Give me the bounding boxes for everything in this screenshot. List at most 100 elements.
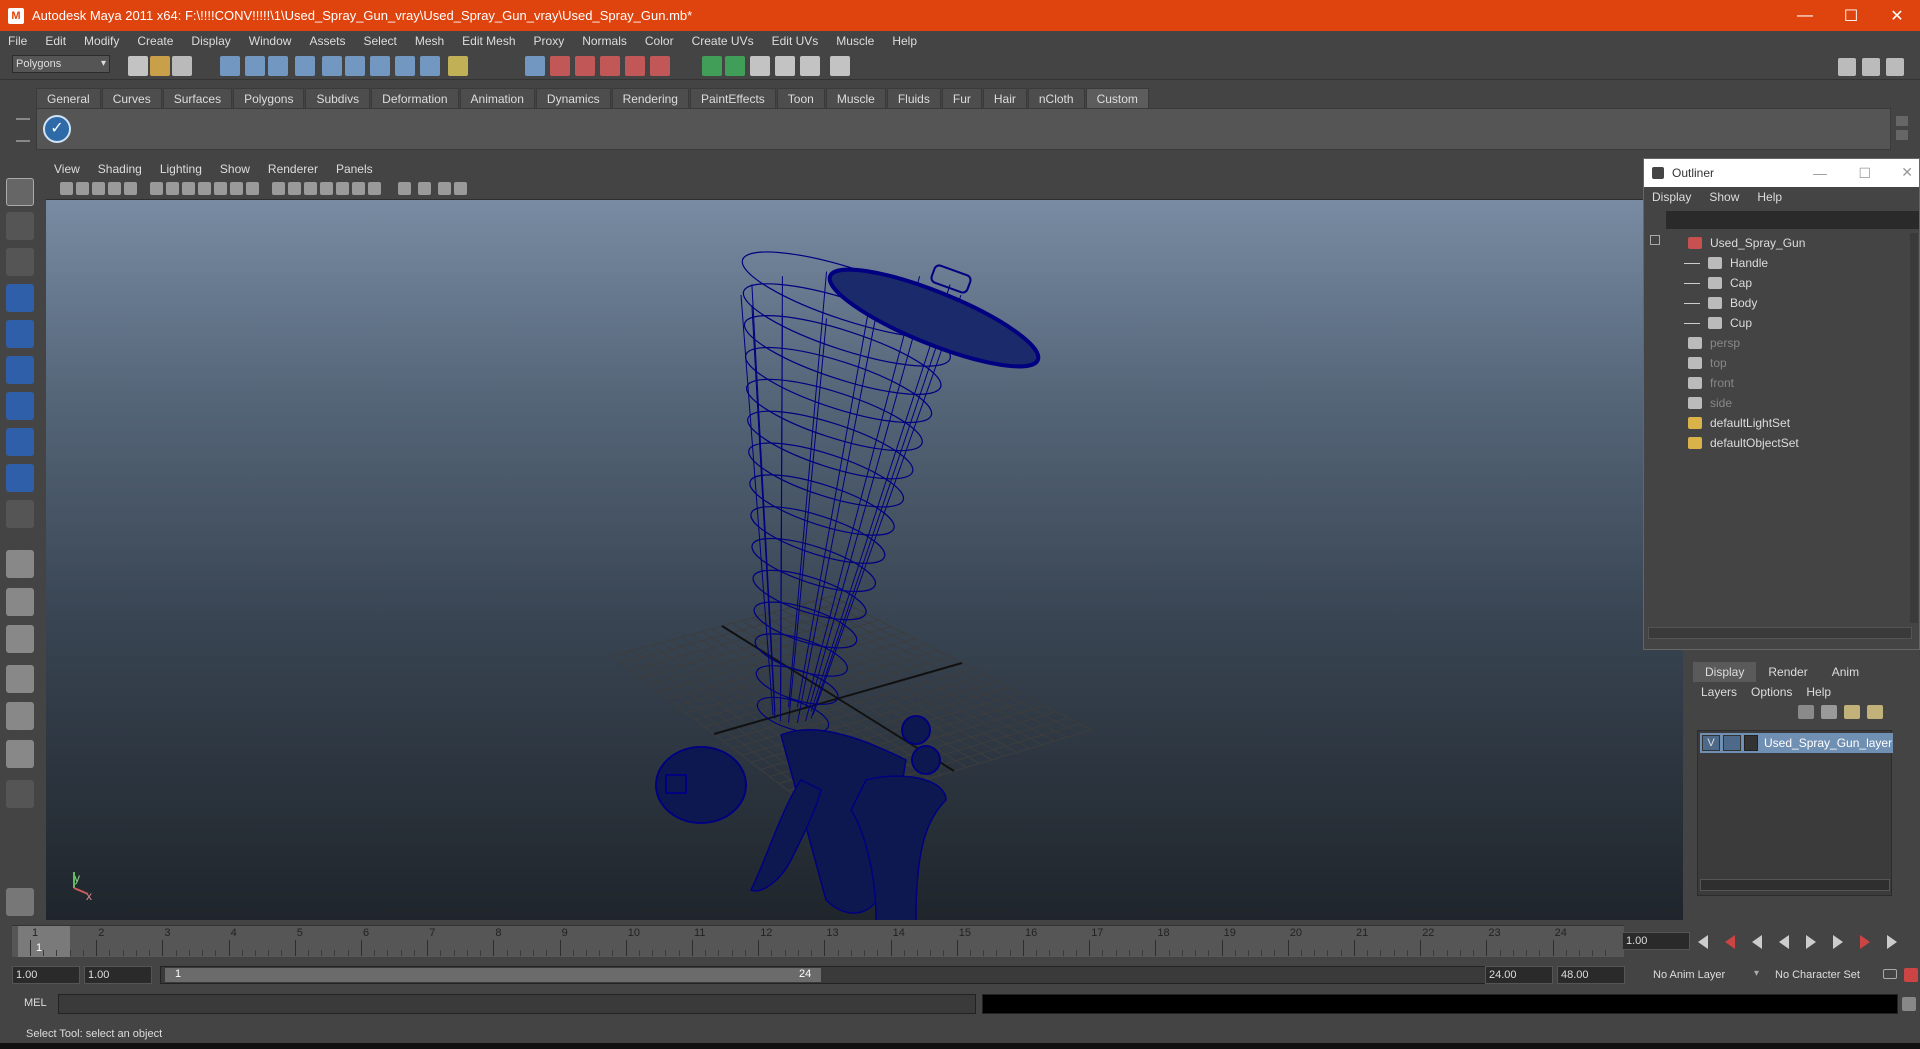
persp-outliner-layout-icon[interactable] bbox=[6, 625, 34, 653]
character-set-dropdown[interactable]: No Character Set bbox=[1772, 966, 1880, 984]
empty-layer-icon[interactable] bbox=[1844, 705, 1860, 719]
layer-template-toggle[interactable] bbox=[1723, 735, 1741, 751]
status-tool-icon[interactable] bbox=[750, 56, 770, 76]
shelf-tab-rendering[interactable]: Rendering bbox=[611, 88, 689, 108]
new-layer-icon[interactable] bbox=[1798, 705, 1814, 719]
menu-mesh[interactable]: Mesh bbox=[415, 34, 444, 48]
close-button[interactable]: ✕ bbox=[1874, 0, 1920, 31]
status-tool-icon[interactable] bbox=[650, 56, 670, 76]
status-tool-icon[interactable] bbox=[322, 56, 342, 76]
outliner-item[interactable]: Used_Spray_Gun bbox=[1688, 233, 1805, 253]
status-tool-icon[interactable] bbox=[420, 56, 440, 76]
status-tool-icon[interactable] bbox=[575, 56, 595, 76]
layer-name[interactable]: Used_Spray_Gun_layer bbox=[1764, 736, 1892, 750]
shelf-tab-fluids[interactable]: Fluids bbox=[886, 88, 941, 108]
shelf-tab-subdivs[interactable]: Subdivs bbox=[305, 88, 371, 108]
step-back-key-icon[interactable] bbox=[1725, 935, 1735, 949]
viewport-tool-icon[interactable] bbox=[320, 182, 333, 195]
viewport-tool-icon[interactable] bbox=[398, 182, 411, 195]
outliner-menu-help[interactable]: Help bbox=[1757, 190, 1782, 204]
outliner-item[interactable]: Cap bbox=[1684, 273, 1752, 293]
status-tool-icon[interactable] bbox=[830, 56, 850, 76]
panel-toggle-icon[interactable] bbox=[1886, 58, 1904, 76]
viewport-tool-icon[interactable] bbox=[60, 182, 73, 195]
shelf-menu-icon[interactable] bbox=[16, 118, 30, 142]
status-tool-icon[interactable] bbox=[128, 56, 148, 76]
layer-tab-render[interactable]: Render bbox=[1756, 662, 1819, 682]
status-tool-icon[interactable] bbox=[245, 56, 265, 76]
move-tool-icon[interactable] bbox=[6, 284, 34, 312]
outliner-item[interactable]: defaultLightSet bbox=[1688, 413, 1790, 433]
outliner-item[interactable]: front bbox=[1688, 373, 1734, 393]
viewport-tool-icon[interactable] bbox=[454, 182, 467, 195]
status-tool-icon[interactable] bbox=[800, 56, 820, 76]
outliner-item[interactable]: defaultObjectSet bbox=[1688, 433, 1799, 453]
menu-normals[interactable]: Normals bbox=[582, 34, 627, 48]
status-tool-icon[interactable] bbox=[395, 56, 415, 76]
layer-row[interactable]: V Used_Spray_Gun_layer bbox=[1700, 733, 1893, 753]
status-tool-icon[interactable] bbox=[550, 56, 570, 76]
end-time-field[interactable]: 48.00 bbox=[1557, 966, 1625, 984]
shelf-scroll-down-icon[interactable] bbox=[1896, 130, 1908, 140]
menu-edit-uvs[interactable]: Edit UVs bbox=[772, 34, 819, 48]
step-forward-frame-icon[interactable] bbox=[1833, 935, 1843, 949]
menu-create-uvs[interactable]: Create UVs bbox=[692, 34, 754, 48]
single-pane-layout-icon[interactable] bbox=[6, 550, 34, 578]
anim-prefs-icon[interactable] bbox=[1904, 968, 1918, 982]
menu-file[interactable]: File bbox=[8, 34, 27, 48]
shelf-item-icon[interactable]: ✓ bbox=[43, 115, 71, 143]
outliner-filter-field[interactable] bbox=[1666, 211, 1919, 229]
menu-window[interactable]: Window bbox=[249, 34, 292, 48]
layer-color-swatch[interactable] bbox=[1744, 735, 1758, 751]
four-pane-layout-icon[interactable] bbox=[6, 588, 34, 616]
menu-select[interactable]: Select bbox=[363, 34, 396, 48]
script-editor-icon[interactable] bbox=[1902, 997, 1916, 1011]
outliner-layout-icon[interactable] bbox=[6, 740, 34, 768]
layout-menu-icon[interactable] bbox=[6, 780, 34, 808]
outliner-menu-display[interactable]: Display bbox=[1652, 190, 1691, 204]
playback-end-field[interactable]: 24.00 bbox=[1485, 966, 1553, 984]
shelf-tab-deformation[interactable]: Deformation bbox=[371, 88, 459, 108]
shelf-tab-hair[interactable]: Hair bbox=[982, 88, 1027, 108]
shelf-tab-animation[interactable]: Animation bbox=[459, 88, 535, 108]
range-slider-track[interactable]: 1 24 bbox=[160, 966, 1490, 984]
shelf-tab-painteffects[interactable]: PaintEffects bbox=[689, 88, 776, 108]
viewport-tool-icon[interactable] bbox=[438, 182, 451, 195]
layer-hscrollbar[interactable] bbox=[1700, 879, 1890, 891]
outliner-item[interactable]: top bbox=[1688, 353, 1727, 373]
viewport-tool-icon[interactable] bbox=[418, 182, 431, 195]
status-tool-icon[interactable] bbox=[702, 56, 722, 76]
menu-edit[interactable]: Edit bbox=[45, 34, 66, 48]
viewport-menu-show[interactable]: Show bbox=[220, 162, 250, 176]
anim-layer-dropdown[interactable]: No Anim Layer bbox=[1650, 966, 1758, 984]
shelf-tab-dynamics[interactable]: Dynamics bbox=[535, 88, 611, 108]
mode-selector[interactable]: Polygons bbox=[12, 55, 110, 73]
anim-layer-dropdown-arrow-icon[interactable]: ▾ bbox=[1754, 968, 1759, 979]
step-back-frame-icon[interactable] bbox=[1752, 935, 1762, 949]
outliner-item[interactable]: side bbox=[1688, 393, 1732, 413]
viewport-tool-icon[interactable] bbox=[246, 182, 259, 195]
outliner-menu-show[interactable]: Show bbox=[1709, 190, 1739, 204]
layer-from-selected-icon[interactable] bbox=[1867, 705, 1883, 719]
new-layer-selected-icon[interactable] bbox=[1821, 705, 1837, 719]
range-slider-handle[interactable] bbox=[165, 968, 821, 982]
viewport-tool-icon[interactable] bbox=[124, 182, 137, 195]
outliner-item[interactable]: Handle bbox=[1684, 253, 1768, 273]
viewport-menu-view[interactable]: View bbox=[54, 162, 80, 176]
shelf-tab-ncloth[interactable]: nCloth bbox=[1027, 88, 1085, 108]
menu-create[interactable]: Create bbox=[137, 34, 173, 48]
layer-tab-display[interactable]: Display bbox=[1693, 662, 1757, 682]
manipulator-icon[interactable] bbox=[6, 392, 34, 420]
last-tool-icon[interactable] bbox=[6, 500, 34, 528]
viewport-tool-icon[interactable] bbox=[352, 182, 365, 195]
start-time-field[interactable]: 1.00 bbox=[12, 966, 80, 984]
viewport-tool-icon[interactable] bbox=[198, 182, 211, 195]
panel-toggle-icon[interactable] bbox=[1838, 58, 1856, 76]
lasso-tool-icon[interactable] bbox=[6, 212, 34, 240]
viewport-tool-icon[interactable] bbox=[150, 182, 163, 195]
menu-color[interactable]: Color bbox=[645, 34, 674, 48]
status-tool-icon[interactable] bbox=[295, 56, 315, 76]
layer-menu-help[interactable]: Help bbox=[1806, 685, 1831, 699]
viewport-menu-panels[interactable]: Panels bbox=[336, 162, 373, 176]
minimize-button[interactable]: — bbox=[1782, 0, 1828, 31]
